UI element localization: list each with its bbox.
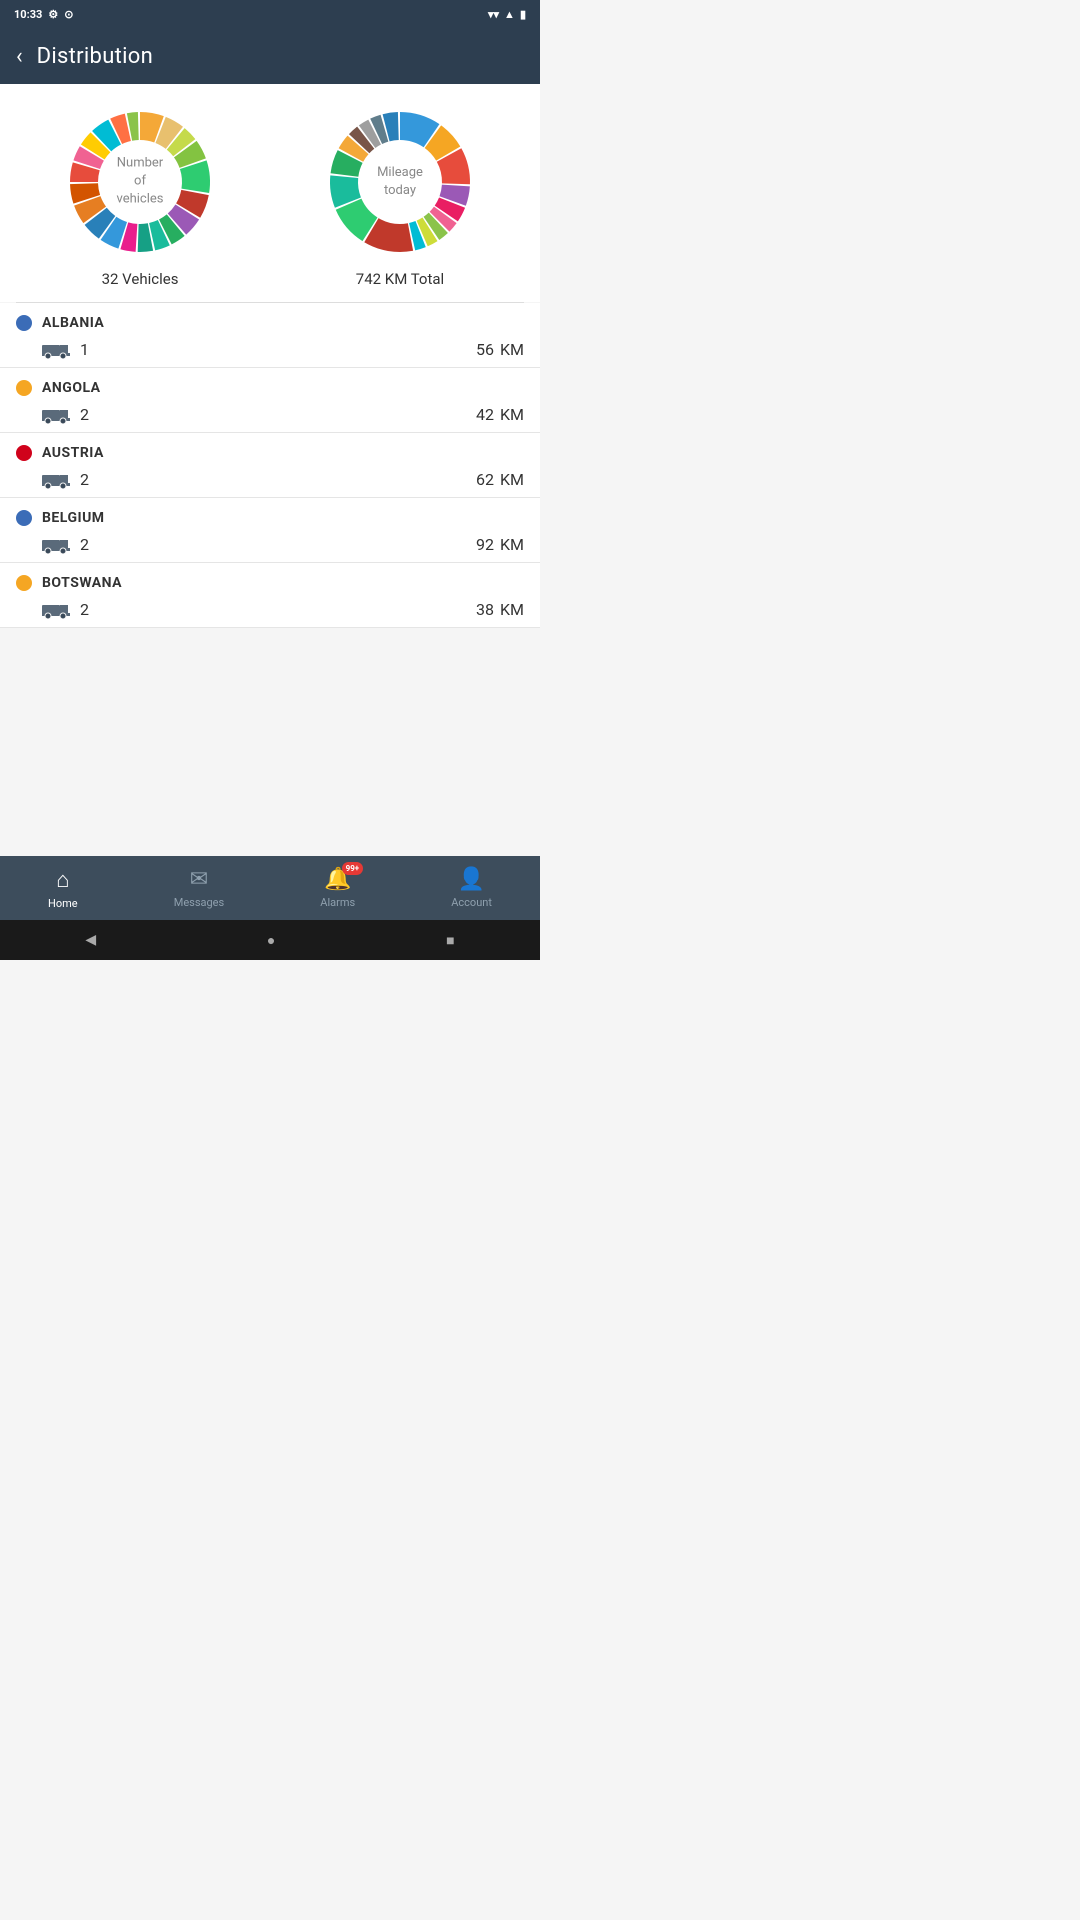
country-name: AUSTRIA (42, 445, 104, 461)
country-color-dot (16, 445, 32, 461)
bottom-nav: ⌂ Home ✉ Messages 🔔 99+ Alarms 👤 Account (0, 856, 540, 920)
android-back[interactable]: ◀ (85, 932, 96, 948)
mileage-value: 92 (476, 535, 494, 554)
account-icon: 👤 (458, 867, 485, 892)
mileage-total: 742 KM Total (356, 270, 444, 288)
country-name: BOTSWANA (42, 575, 122, 591)
android-nav: ◀ ● ■ (0, 920, 540, 960)
country-color-dot (16, 315, 32, 331)
back-button[interactable]: ‹ (16, 44, 23, 69)
truck-icon (42, 404, 70, 424)
vehicle-count: 2 (80, 600, 89, 619)
vehicles-donut-svg (60, 102, 220, 262)
nav-messages-label: Messages (174, 896, 224, 909)
country-list: ALBANIA 1 56 KM (0, 303, 540, 628)
nav-home[interactable]: ⌂ Home (48, 867, 78, 910)
alarms-badge: 99+ (342, 862, 364, 875)
country-color-dot (16, 575, 32, 591)
nav-messages[interactable]: ✉ Messages (174, 867, 224, 909)
country-item: ANGOLA 2 42 KM (0, 368, 540, 433)
country-name: ALBANIA (42, 315, 104, 331)
at-icon: ⊙ (64, 8, 73, 21)
charts-section: Numberofvehicles 32 Vehicles Mileagetoda… (0, 84, 540, 302)
vehicles-total: 32 Vehicles (102, 270, 179, 288)
nav-account[interactable]: 👤 Account (451, 867, 492, 909)
status-bar: 10:33 ⚙ ⊙ ▾▾ ▲ ▮ (0, 0, 540, 28)
mileage-unit: KM (500, 405, 524, 424)
vehicle-count: 2 (80, 470, 89, 489)
truck-icon (42, 339, 70, 359)
vehicles-chart: Numberofvehicles 32 Vehicles (60, 102, 220, 288)
mileage-value: 56 (476, 340, 494, 359)
mileage-unit: KM (500, 470, 524, 489)
country-color-dot (16, 380, 32, 396)
truck-icon (42, 599, 70, 619)
mileage-donut: Mileagetoday (320, 102, 480, 262)
header: ‹ Distribution (0, 28, 540, 84)
signal-icon: ▲ (504, 8, 515, 21)
mileage-value: 42 (476, 405, 494, 424)
vehicles-donut: Numberofvehicles (60, 102, 220, 262)
mileage-unit: KM (500, 340, 524, 359)
vehicle-count: 2 (80, 405, 89, 424)
country-color-dot (16, 510, 32, 526)
messages-icon: ✉ (190, 867, 208, 892)
country-item: AUSTRIA 2 62 KM (0, 433, 540, 498)
mileage-value: 62 (476, 470, 494, 489)
page-title: Distribution (37, 44, 153, 69)
android-recent[interactable]: ■ (446, 932, 454, 949)
mileage-value: 38 (476, 600, 494, 619)
home-icon: ⌂ (56, 867, 69, 893)
content-wrapper: Numberofvehicles 32 Vehicles Mileagetoda… (0, 84, 540, 856)
truck-icon (42, 469, 70, 489)
time: 10:33 (14, 8, 42, 21)
truck-icon (42, 534, 70, 554)
country-item: BELGIUM 2 92 KM (0, 498, 540, 563)
wifi-icon: ▾▾ (488, 8, 499, 21)
nav-home-label: Home (48, 897, 78, 910)
mileage-unit: KM (500, 600, 524, 619)
mileage-unit: KM (500, 535, 524, 554)
nav-alarms[interactable]: 🔔 99+ Alarms (320, 867, 355, 909)
battery-icon: ▮ (520, 8, 526, 21)
mileage-chart: Mileagetoday 742 KM Total (320, 102, 480, 288)
country-item: ALBANIA 1 56 KM (0, 303, 540, 368)
country-name: ANGOLA (42, 380, 101, 396)
country-item: BOTSWANA 2 38 KM (0, 563, 540, 628)
nav-account-label: Account (451, 896, 492, 909)
settings-icon: ⚙ (48, 8, 58, 21)
vehicle-count: 1 (80, 340, 89, 359)
country-name: BELGIUM (42, 510, 105, 526)
nav-alarms-label: Alarms (320, 896, 355, 909)
vehicle-count: 2 (80, 535, 89, 554)
android-home[interactable]: ● (267, 932, 275, 949)
mileage-donut-svg (320, 102, 480, 262)
